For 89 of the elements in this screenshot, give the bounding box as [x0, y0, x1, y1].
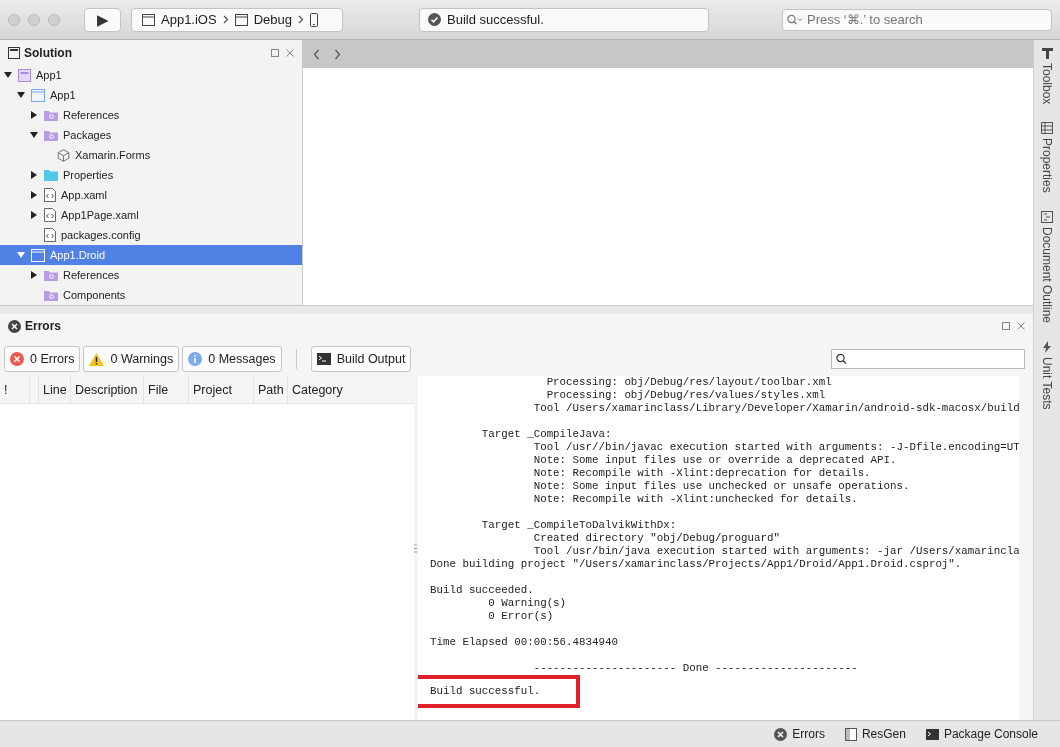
column-header[interactable]: Project: [189, 376, 254, 403]
folder-icon: [44, 109, 58, 121]
column-header[interactable]: !: [0, 376, 30, 403]
filter-toggle-button[interactable]: 0 Errors: [4, 346, 81, 372]
window-icon: [234, 13, 248, 26]
build-status-display: Build successful.: [419, 7, 709, 32]
panel-icon: [844, 727, 857, 741]
side-tab[interactable]: Unit Tests: [1040, 341, 1054, 410]
code-file-icon: [44, 228, 56, 242]
terminal-icon: [925, 728, 939, 740]
search-icon: [787, 14, 803, 25]
tree-item[interactable]: App1.Droid: [0, 245, 302, 265]
folder-icon: [44, 129, 58, 141]
tree-item[interactable]: References: [0, 105, 302, 125]
tree-item[interactable]: App.xaml: [0, 185, 302, 205]
column-header[interactable]: Description: [71, 376, 144, 403]
info-icon: [188, 352, 203, 366]
expanded-triangle-icon[interactable]: [30, 131, 38, 139]
tree-item[interactable]: Packages: [0, 125, 302, 145]
window-icon: [142, 13, 155, 26]
side-tab[interactable]: Document Outline: [1040, 211, 1054, 324]
configuration-selector[interactable]: App1.iOS Debug: [131, 7, 343, 32]
search-icon: [836, 353, 847, 365]
folder-icon: [44, 169, 58, 181]
error-icon: [10, 352, 24, 366]
code-file-icon: [44, 188, 56, 202]
status-bar-tab[interactable]: Errors: [774, 727, 825, 741]
column-header[interactable]: Category: [288, 376, 347, 403]
filter-toggle-button[interactable]: 0 Warnings: [83, 346, 180, 372]
tree-item[interactable]: App1Page.xaml: [0, 205, 302, 225]
collapsed-triangle-icon[interactable]: [30, 171, 38, 179]
folder-icon: [44, 269, 58, 281]
forward-button[interactable]: [334, 48, 341, 60]
tree-item[interactable]: References: [0, 265, 302, 285]
close-icon[interactable]: [1017, 322, 1025, 330]
log-line: Build successful.: [430, 685, 542, 698]
cube-icon: [57, 148, 70, 162]
solution-icon: [18, 68, 31, 82]
folder-icon: [44, 289, 58, 301]
tree-item[interactable]: Properties: [0, 165, 302, 185]
maximize-pad-button[interactable]: [271, 48, 279, 57]
tree-item[interactable]: Xamarin.Forms: [0, 145, 302, 165]
maximize-pad-button[interactable]: [1002, 322, 1010, 330]
phone-icon: [309, 12, 318, 27]
status-bar-tab[interactable]: ResGen: [844, 727, 906, 741]
splitter-grip-icon[interactable]: [414, 543, 417, 553]
code-file-icon: [44, 208, 56, 222]
tree-item[interactable]: App1: [0, 85, 302, 105]
search-field[interactable]: Press ‘⌘.’ to search: [782, 8, 1052, 31]
chevron-icon: [297, 15, 304, 24]
lightning-icon: [1042, 341, 1052, 354]
build-output-log: Processing: obj/Debug/res/layout/toolbar.xml Processing: obj/Debug/res/values/styles.xml Tool /Users/xamarinclass/Library/Developer/Xamarin/android-sdk-macosx/build Target _CompileJava: Tool /usr//bin/javac execution started with arguments: -J-Dfile.encoding=UT Note: Some input files use or override a deprecated API. Note: Recompile with -Xlint:deprecation for details. Note: Some input files use unchecked or unsafe operations. Note: Recompile with -Xlint:unchecked for details. Target _CompileToDalvikWithDx: Created directory "obj/Debug/proguard" Tool /usr/bin/java execution started with arguments: -jar /Users/xamarincla Done building project "/Users/xamarinclass/Projects/App1/Droid/App1.Droid.csproj". Build succeeded. 0 Warning(s) 0 Error(s) Time Elapsed 00:00:56.4834940 ---------------------- Done ---------------------- Build successful.: [418, 376, 1019, 720]
error-circle-icon: [8, 319, 21, 333]
expanded-triangle-icon[interactable]: [4, 71, 12, 79]
status-bar-tab[interactable]: Package Console: [925, 727, 1038, 741]
search-field[interactable]: [831, 349, 1025, 369]
filter-toggle-button[interactable]: 0 Messages: [182, 346, 282, 372]
tree-item[interactable]: App1: [0, 65, 302, 85]
warning-icon: [89, 352, 105, 366]
collapsed-triangle-icon[interactable]: [30, 211, 38, 219]
build-output-button[interactable]: Build Output: [310, 346, 412, 372]
terminal-icon: [316, 353, 331, 365]
column-header[interactable]: Path: [254, 376, 288, 403]
outline-icon: [1041, 211, 1053, 224]
tree-item[interactable]: packages.config: [0, 225, 302, 245]
side-tab[interactable]: Toolbox: [1040, 48, 1054, 105]
pad-title: Solution: [24, 45, 72, 60]
checkmark-icon: [428, 13, 441, 26]
chevron-icon: [222, 15, 229, 24]
collapsed-triangle-icon[interactable]: [30, 271, 38, 279]
solution-pad-icon: [8, 46, 20, 59]
configuration-label: App1.iOS: [161, 12, 217, 27]
hammer-icon: [1041, 48, 1053, 59]
tree-item[interactable]: Components: [0, 285, 302, 305]
collapsed-triangle-icon[interactable]: [30, 111, 38, 119]
configuration-label: Debug: [253, 12, 292, 27]
project-window-icon: [31, 88, 45, 102]
run-button[interactable]: ▶: [84, 7, 121, 32]
collapsed-triangle-icon[interactable]: [30, 191, 38, 199]
properties-list-icon: [1041, 122, 1053, 135]
project-window-icon: [31, 248, 45, 262]
expanded-triangle-icon[interactable]: [17, 91, 25, 99]
close-icon[interactable]: [286, 48, 294, 57]
column-header[interactable]: Line: [39, 376, 71, 403]
error-circle-icon: [774, 727, 788, 741]
pad-title: Errors: [25, 319, 62, 333]
back-button[interactable]: [313, 48, 320, 60]
side-tab[interactable]: Properties: [1040, 122, 1054, 194]
column-header[interactable]: File: [144, 376, 189, 403]
